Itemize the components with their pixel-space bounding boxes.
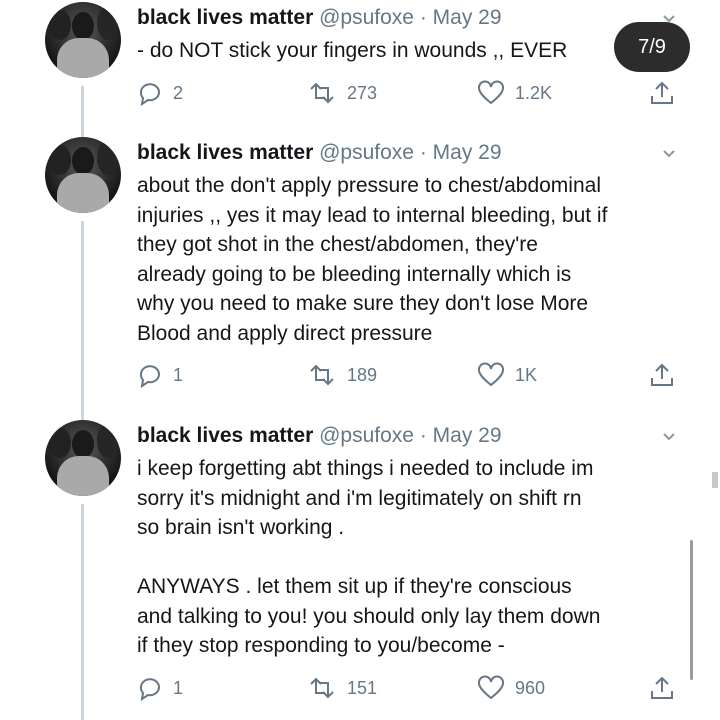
display-name[interactable]: black lives matter xyxy=(137,141,313,164)
reply-count: 1 xyxy=(173,364,184,385)
reply-count: 1 xyxy=(173,677,184,698)
page-indicator-badge: 7/9 xyxy=(614,22,690,72)
retweet-icon xyxy=(310,677,334,699)
tweet-header: black lives matter @psufoxe · May 29 xyxy=(137,5,502,31)
retweet-icon xyxy=(310,82,334,104)
retweet-count: 189 xyxy=(347,364,378,385)
heart-icon xyxy=(478,675,504,700)
thread-connector xyxy=(81,504,84,720)
like-count: 1.2K xyxy=(515,82,553,103)
thread-connector xyxy=(81,86,84,125)
reply-icon xyxy=(139,83,160,106)
separator-dot: · xyxy=(419,424,427,447)
avatar[interactable] xyxy=(45,2,121,78)
separator-dot: · xyxy=(419,141,427,164)
like-button[interactable]: 960 xyxy=(477,675,545,701)
user-handle[interactable]: @psufoxe xyxy=(319,424,414,447)
reply-button[interactable]: 2 xyxy=(137,80,183,106)
share-icon xyxy=(651,676,673,699)
avatar[interactable] xyxy=(45,137,121,213)
share-button[interactable] xyxy=(649,80,675,111)
retweet-count: 151 xyxy=(347,677,378,698)
scrollbar[interactable] xyxy=(690,540,693,680)
reply-icon xyxy=(139,678,160,701)
reply-button[interactable]: 1 xyxy=(137,675,183,701)
share-icon xyxy=(651,81,673,104)
display-name[interactable]: black lives matter xyxy=(137,424,313,447)
share-button[interactable] xyxy=(649,675,675,706)
scroll-indicator xyxy=(712,472,718,488)
like-button[interactable]: 1.2K xyxy=(477,80,552,106)
tweet-text: i keep forgetting abt things i needed to… xyxy=(137,457,601,657)
like-count: 960 xyxy=(515,677,546,698)
retweet-button[interactable]: 273 xyxy=(307,80,377,106)
tweet-actions: 2 273 1.2K xyxy=(137,80,677,110)
retweet-count: 273 xyxy=(347,82,378,103)
tweet-text: about the don't apply pressure to chest/… xyxy=(137,174,608,345)
share-icon xyxy=(651,363,673,386)
tweet[interactable]: black lives matter @psufoxe · May 29 - d… xyxy=(0,0,720,125)
avatar[interactable] xyxy=(45,420,121,496)
tweet-actions: 1 189 1K xyxy=(137,362,677,392)
like-button[interactable]: 1K xyxy=(477,362,537,388)
reply-icon xyxy=(139,365,160,388)
heart-icon xyxy=(478,362,504,387)
share-button[interactable] xyxy=(649,362,675,393)
separator-dot: · xyxy=(419,6,427,29)
tweet-header: black lives matter @psufoxe · May 29 xyxy=(137,140,502,166)
display-name[interactable]: black lives matter xyxy=(137,6,313,29)
thread-connector xyxy=(81,125,84,137)
tweet-date[interactable]: May 29 xyxy=(433,141,502,164)
heart-icon xyxy=(478,80,504,105)
tweet[interactable]: black lives matter @psufoxe · May 29 i k… xyxy=(0,415,720,720)
retweet-icon xyxy=(310,364,334,386)
tweet[interactable]: black lives matter @psufoxe · May 29 abo… xyxy=(0,125,720,415)
tweet-actions: 1 151 960 xyxy=(137,675,677,705)
retweet-button[interactable]: 189 xyxy=(307,362,377,388)
reply-count: 2 xyxy=(173,82,184,103)
like-count: 1K xyxy=(515,364,538,385)
user-handle[interactable]: @psufoxe xyxy=(319,141,414,164)
user-handle[interactable]: @psufoxe xyxy=(319,6,414,29)
tweet-text: - do NOT stick your fingers in wounds ,,… xyxy=(137,39,568,62)
tweet-date[interactable]: May 29 xyxy=(433,424,502,447)
tweet-date[interactable]: May 29 xyxy=(433,6,502,29)
thread-connector xyxy=(81,221,84,415)
tweet-header: black lives matter @psufoxe · May 29 xyxy=(137,423,502,449)
chevron-down-icon[interactable] xyxy=(662,147,676,161)
retweet-button[interactable]: 151 xyxy=(307,675,377,701)
chevron-down-icon[interactable] xyxy=(662,430,676,444)
reply-button[interactable]: 1 xyxy=(137,362,183,388)
